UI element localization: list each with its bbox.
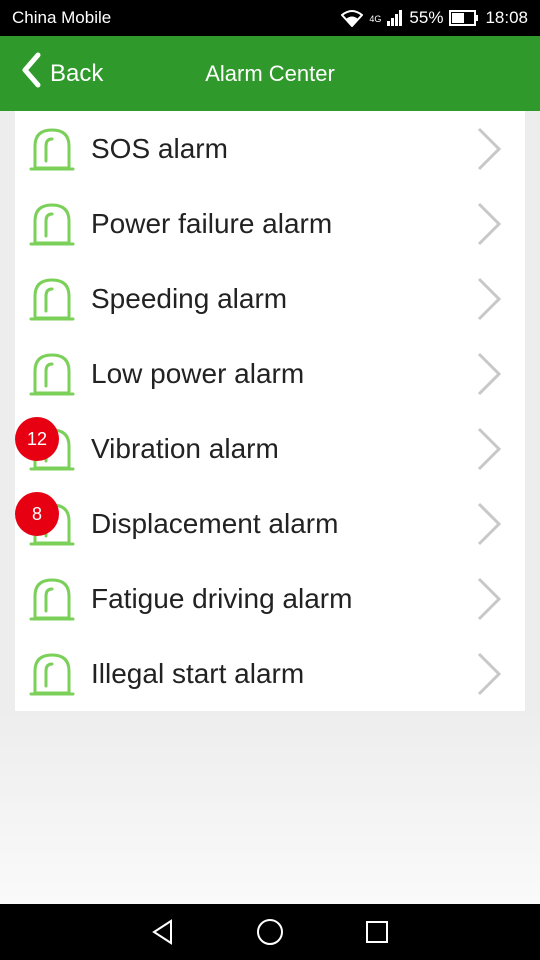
alarm-label: Power failure alarm: [91, 207, 333, 239]
battery-percent: 55%: [409, 8, 444, 27]
triangle-back-icon: [152, 919, 173, 945]
alarm-list: SOS alarm Power failure alarm Speeding ala…: [15, 111, 525, 711]
list-item[interactable]: Fatigue driving alarm: [15, 561, 525, 636]
chevron-right-icon: [475, 651, 503, 697]
chevron-right-icon: [475, 276, 503, 322]
siren-icon: [28, 276, 76, 322]
list-item[interactable]: Displacement alarm 8: [15, 486, 525, 561]
list-item[interactable]: Speeding alarm: [15, 261, 525, 336]
wifi-icon: [341, 9, 364, 27]
battery-icon: [449, 10, 479, 26]
chevron-right-icon: [475, 126, 503, 172]
app-header: Alarm Center Back: [0, 36, 540, 111]
chevron-right-icon: [475, 351, 503, 397]
alarm-label: Illegal start alarm: [91, 657, 305, 689]
status-bar: China Mobile 4G 55% 18:08: [0, 0, 540, 36]
siren-icon: [28, 351, 76, 397]
system-nav-bar: [0, 904, 540, 960]
chevron-right-icon: [475, 576, 503, 622]
signal-icon: [387, 10, 403, 26]
list-item[interactable]: SOS alarm: [15, 111, 525, 186]
alarm-label: Vibration alarm: [91, 432, 279, 464]
alarm-label: Fatigue driving alarm: [91, 582, 353, 614]
nav-home-button[interactable]: [250, 912, 290, 952]
list-item[interactable]: Illegal start alarm: [15, 636, 525, 711]
count-badge: 12: [15, 417, 59, 461]
list-item[interactable]: Low power alarm: [15, 336, 525, 411]
list-item[interactable]: Vibration alarm 12: [15, 411, 525, 486]
alarm-label: Displacement alarm: [91, 507, 339, 539]
siren-icon: [28, 201, 76, 247]
chevron-right-icon: [475, 501, 503, 547]
nav-back-button[interactable]: [143, 912, 183, 952]
carrier-name: China Mobile: [12, 8, 112, 27]
alarm-label: SOS alarm: [91, 132, 228, 164]
chevron-left-icon: [20, 52, 42, 95]
back-label: Back: [50, 59, 104, 87]
back-button[interactable]: Back: [20, 36, 103, 111]
circle-home-icon: [256, 919, 283, 945]
chevron-right-icon: [475, 426, 503, 472]
network-type: 4G: [369, 14, 382, 24]
siren-icon: [28, 651, 76, 697]
chevron-right-icon: [475, 201, 503, 247]
list-item[interactable]: Power failure alarm: [15, 186, 525, 261]
alarm-label: Speeding alarm: [91, 282, 288, 314]
square-recents-icon: [365, 921, 388, 943]
count-badge: 8: [15, 492, 59, 536]
clock-time: 18:08: [485, 8, 528, 27]
empty-area: [0, 711, 540, 904]
siren-icon: [28, 126, 76, 172]
nav-recents-button[interactable]: [357, 912, 397, 952]
siren-icon: [28, 576, 76, 622]
alarm-label: Low power alarm: [91, 357, 305, 389]
status-icons: 4G 55% 18:08: [341, 8, 528, 28]
